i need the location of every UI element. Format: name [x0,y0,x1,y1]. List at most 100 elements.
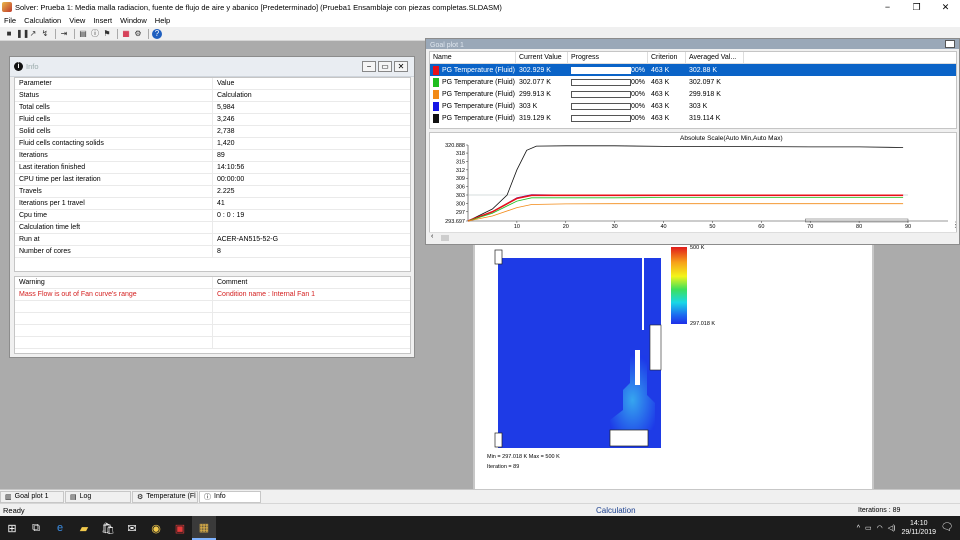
current-column-header[interactable]: Current Value [516,52,568,63]
scroll-left-icon[interactable]: ‹ [431,233,433,240]
criterion-column-header[interactable]: Criterion [648,52,686,63]
clock[interactable]: 14:10 29/11/2019 [901,519,936,537]
warning-header: Warning Comment [15,277,410,289]
explorer-icon[interactable]: ▰ [72,516,96,540]
info-window-titlebar[interactable]: i Info [10,57,414,77]
info-row[interactable]: Travels 2.225 [15,186,410,198]
stop-icon[interactable]: ■ [4,29,14,39]
y-tick-label: 309 [456,176,465,182]
progress-column-header[interactable]: Progress [568,52,648,63]
window-tab[interactable]: ▥ Goal plot 1 [0,490,64,503]
current-value-cell: 302.077 K [519,78,551,86]
y-tick-label: 306 [456,185,465,191]
close-button[interactable]: ✕ [394,61,408,72]
averaged-value-cell: 319.114 K [689,114,721,122]
chevron-up-icon[interactable]: ^ [857,525,860,532]
info-row[interactable]: Status Calculation [15,90,410,102]
progress-cell: 00% [568,112,648,124]
info-row[interactable]: CPU time per last iteration 00:00:00 [15,174,410,186]
info-row[interactable]: Run at ACER-AN515-52-G [15,234,410,246]
chart-canvas: 320.888 318 315 312 309 306 303 300 297 293.697 10… [445,143,957,230]
restore-button[interactable] [945,40,955,48]
parameter-cell: Run at [15,234,213,245]
info-row[interactable]: Last iteration finished 14:10:56 [15,162,410,174]
goal-plot-icon[interactable]: ▦ [121,29,131,39]
pause-icon[interactable]: ❚❚ [16,29,29,39]
document-icon[interactable]: ▤ [78,29,88,39]
arrow-icon[interactable]: ↗ [28,29,38,39]
settings-icon[interactable]: ⚙ [133,29,143,39]
tab-label: Goal plot 1 [14,493,49,500]
menu-help[interactable]: Help [151,16,174,25]
line-icon[interactable]: ⇥ [59,29,69,39]
menu-file[interactable]: File [0,16,20,25]
value-cell: 00:00:00 [217,176,245,183]
window-tab[interactable]: ▤ Log [65,490,131,503]
goal-name-text: PG Temperature (Fluid) [442,78,516,86]
window-tabs: ▥ Goal plot 1 ▤ Log ⚙ Temperature (Fl ⓘ Info [0,489,960,503]
notification-icon[interactable]: 🗨 [940,521,954,535]
wifi-icon[interactable]: ◠ [877,524,883,532]
task-view-icon[interactable]: ⧉ [24,516,48,540]
series-color-swatch [433,101,439,111]
goal-row[interactable]: PG Temperature (Fluid) 303 K 00% 463 K 303 K [430,100,956,112]
info-row[interactable]: Fluid cells 3,246 [15,114,410,126]
name-column-header[interactable]: Name [430,52,516,63]
warning-row[interactable]: Mass Flow is out of Fan curve's range Co… [15,289,410,301]
maximize-button[interactable]: ❐ [902,0,931,14]
legend-min-label: 297.018 K [690,321,716,327]
info-row[interactable]: Calculation time left [15,222,410,234]
minimize-button[interactable]: − [362,61,376,72]
window-tab[interactable]: ⚙ Temperature (Fl [132,490,198,503]
menu-view[interactable]: View [65,16,89,25]
help-icon[interactable]: ? [152,28,162,39]
windows-icon[interactable]: ⊞ [0,516,24,540]
menu-calculation[interactable]: Calculation [20,16,65,25]
inlet-boundary [494,249,503,265]
store-icon[interactable]: 🛍 [96,516,120,540]
minimize-button[interactable]: − [873,0,902,14]
info-row[interactable]: Iterations per 1 travel 41 [15,198,410,210]
x-tick-label: 70 [807,224,813,229]
info-row[interactable]: Iterations 89 [15,150,410,162]
goal-window-title: Goal plot 1 [430,42,464,49]
toolbar-separator [117,28,118,39]
info-icon[interactable]: ⓘ [90,29,100,39]
chart-scrollbar[interactable]: ‹ [429,232,957,242]
info-row[interactable]: Fluid cells contacting solids 1,420 [15,138,410,150]
progress-percent: 00% [631,66,646,74]
series-line [467,197,904,222]
info-row[interactable]: Solid cells 2,738 [15,126,410,138]
goal-row[interactable]: PG Temperature (Fluid) 319.129 K 00% 463 K 3… [430,112,956,124]
goal-name-cell: PG Temperature (Fluid) [430,88,516,100]
restore-button[interactable]: ▭ [378,61,392,72]
chrome-icon[interactable]: ◉ [144,516,168,540]
volume-icon[interactable]: ◁) [888,524,896,532]
info-row[interactable]: Number of cores 8 [15,246,410,258]
edge-icon[interactable]: e [48,516,72,540]
pan-icon[interactable]: ↯ [40,29,50,39]
averaged-value-cell: 302.88 K [689,66,718,74]
info-row[interactable]: Total cells 5,984 [15,102,410,114]
info-row[interactable]: Cpu time 0 : 0 : 19 [15,210,410,222]
window-tab[interactable]: ⓘ Info [199,490,261,503]
outlet-boundary [494,432,503,448]
preview-icon[interactable]: ⚑ [102,29,112,39]
averaged-column-header[interactable]: Averaged Val... [686,52,744,63]
progress-bar [571,78,631,86]
series-line [467,194,904,222]
goal-row[interactable]: PG Temperature (Fluid) 299.913 K 00% 463 K 2… [430,88,956,100]
menu-insert[interactable]: Insert [89,16,116,25]
info-window: i Info − ▭ ✕ Parameter Value Status Calcu… [9,56,415,358]
scrollbar-thumb[interactable] [441,235,449,241]
goal-window-titlebar[interactable]: Goal plot 1 [426,39,959,49]
goal-row[interactable]: PG Temperature (Fluid) 302.929 K 00% 463 K 3… [430,64,956,76]
flow-simulation-icon[interactable]: ▦ [192,516,216,540]
goal-row[interactable]: PG Temperature (Fluid) 302.077 K 00% 463 K 3… [430,76,956,88]
solidworks-icon[interactable]: ▣ [168,516,192,540]
battery-icon[interactable]: ▭ [865,524,872,532]
close-button[interactable]: ✕ [931,0,960,14]
menu-window[interactable]: Window [116,16,151,25]
series-line [467,203,904,222]
mail-icon[interactable]: ✉ [120,516,144,540]
